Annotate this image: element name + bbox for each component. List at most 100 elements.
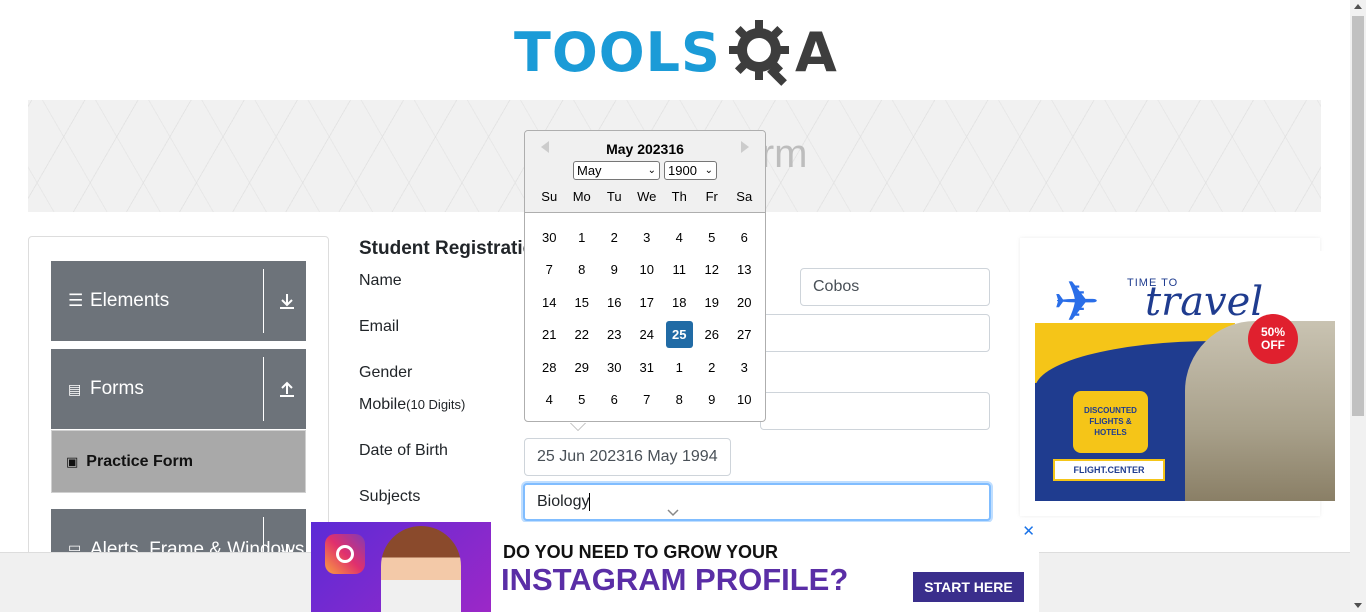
scrollbar-thumb[interactable] <box>1352 16 1364 416</box>
toolsqa-logo[interactable]: TOOLS A <box>514 16 838 90</box>
start-here-button[interactable]: START HERE <box>913 572 1024 602</box>
datepicker-day[interactable]: 5 <box>696 224 729 251</box>
weekday-label: Sa <box>736 189 753 204</box>
subjects-input[interactable]: Biology <box>523 483 991 521</box>
datepicker-day[interactable]: 27 <box>728 321 761 348</box>
sidebar-group-label: Elements <box>90 290 170 311</box>
month-select[interactable]: May ⌄ <box>573 161 660 180</box>
advertisement-bottom[interactable]: DO YOU NEED TO GROW YOUR INSTAGRAM PROFI… <box>311 522 1039 612</box>
sidebar-item-practice-form[interactable]: ▣ Practice Form <box>51 430 306 493</box>
datepicker-day[interactable]: 19 <box>696 289 729 316</box>
datepicker-day[interactable]: 1 <box>566 224 599 251</box>
datepicker-day[interactable]: 7 <box>631 386 664 413</box>
datepicker-day[interactable]: 9 <box>598 256 631 283</box>
datepicker-day[interactable]: 4 <box>533 386 566 413</box>
weekday-label: Th <box>671 189 687 204</box>
datepicker-day[interactable]: 28 <box>533 354 566 381</box>
mobile-input[interactable] <box>760 392 990 430</box>
datepicker-day[interactable]: 7 <box>533 256 566 283</box>
weekday-label: Su <box>541 189 558 204</box>
scroll-down-icon[interactable] <box>1354 603 1362 608</box>
datepicker-week-row: 28 29 30 31 1 2 3 <box>533 351 761 384</box>
datepicker-day[interactable]: 6 <box>598 386 631 413</box>
datepicker-day[interactable]: 18 <box>663 289 696 316</box>
datepicker-day[interactable]: 26 <box>696 321 729 348</box>
datepicker-week-row: 14 15 16 17 18 19 20 <box>533 286 761 319</box>
sidebar-group-elements[interactable]: ☰ Elements <box>51 261 306 341</box>
travel-ad-image[interactable]: ✈ TIME TO travel 50% OFF DISCOUNTED FLIG… <box>1035 251 1335 501</box>
sidebar-item-label: Practice Form <box>86 452 194 470</box>
weekday-label: We <box>637 189 657 204</box>
year-select-value: 1900 <box>668 163 697 178</box>
datepicker-day[interactable]: 20 <box>728 289 761 316</box>
ad-headline-2: INSTAGRAM PROFILE? <box>501 562 849 597</box>
dob-label: Date of Birth <box>359 442 448 459</box>
form-icon: ▣ <box>66 453 79 469</box>
advertisement-right[interactable]: ✕ ✈ TIME TO travel 50% OFF DISCOUNTED FL… <box>1020 238 1335 516</box>
mobile-label: Mobile(10 Digits) <box>359 396 465 414</box>
datepicker-day[interactable]: 9 <box>696 386 729 413</box>
datepicker-day[interactable]: 2 <box>696 354 729 381</box>
vertical-scrollbar[interactable] <box>1350 0 1366 612</box>
datepicker-day[interactable]: 3 <box>631 224 664 251</box>
datepicker-day[interactable]: 16 <box>598 289 631 316</box>
hamburger-icon: ☰ <box>68 291 84 310</box>
next-month-icon[interactable] <box>741 141 749 153</box>
gear-magnifier-icon <box>728 20 789 86</box>
datepicker-day[interactable]: 4 <box>663 224 696 251</box>
page: TOOLS A Practice Form <box>0 0 1366 612</box>
datepicker-day[interactable]: 14 <box>533 289 566 316</box>
close-icon[interactable]: ✕ <box>1022 522 1035 540</box>
mobile-hint: (10 Digits) <box>406 397 466 412</box>
datepicker-current-month: May 202316 <box>606 141 684 157</box>
datepicker-day[interactable]: 10 <box>728 386 761 413</box>
year-select[interactable]: 1900 ⌄ <box>664 161 717 180</box>
datepicker-day[interactable]: 13 <box>728 256 761 283</box>
datepicker-day[interactable]: 21 <box>533 321 566 348</box>
datepicker-day[interactable]: 25 <box>665 321 693 349</box>
ad-travel-text: travel <box>1145 279 1264 325</box>
datepicker-day[interactable]: 17 <box>631 289 664 316</box>
ad-person-image <box>381 526 461 612</box>
datepicker-day[interactable]: 11 <box>663 256 696 283</box>
datepicker-week-row: 21 22 23 24 25 26 27 <box>533 319 761 352</box>
datepicker-day[interactable]: 1 <box>663 354 696 381</box>
datepicker-day[interactable]: 29 <box>566 354 599 381</box>
mobile-label-text: Mobile <box>359 396 407 413</box>
date-of-birth-input[interactable]: 25 Jun 202316 May 1994 <box>524 438 731 476</box>
email-label: Email <box>359 318 400 335</box>
datepicker-day[interactable]: 6 <box>728 224 761 251</box>
datepicker-week-row: 4 5 6 7 8 9 10 <box>533 384 761 417</box>
sidebar-group-forms[interactable]: ▤ Forms <box>51 349 306 429</box>
datepicker-day[interactable]: 10 <box>631 256 664 283</box>
datepicker-day[interactable]: 2 <box>598 224 631 251</box>
name-label: Name <box>359 272 402 289</box>
datepicker-day[interactable]: 8 <box>566 256 599 283</box>
datepicker-day[interactable]: 22 <box>566 321 599 348</box>
gender-label: Gender <box>359 364 413 381</box>
datepicker-day[interactable]: 31 <box>631 354 664 381</box>
chevron-down-icon[interactable] <box>666 507 680 517</box>
month-select-value: May <box>577 163 602 178</box>
ad-image-panel <box>311 522 491 612</box>
datepicker-day[interactable]: 12 <box>696 256 729 283</box>
datepicker-day[interactable]: 5 <box>566 386 599 413</box>
datepicker-day[interactable]: 23 <box>598 321 631 348</box>
airplane-icon: ✈ <box>1053 270 1100 333</box>
datepicker-popup: May 202316 May ⌄ 1900 ⌄ Su Mo Tu We Th Fr … <box>524 130 766 430</box>
datepicker-day[interactable]: 15 <box>566 289 599 316</box>
logo-qa: A <box>725 16 837 90</box>
datepicker-day[interactable]: 8 <box>663 386 696 413</box>
document-icon: ▤ <box>68 380 82 397</box>
logo-text-a: A <box>794 21 837 84</box>
datepicker-day[interactable]: 24 <box>631 321 664 348</box>
datepicker-day[interactable]: 30 <box>533 224 566 251</box>
datepicker-week-row: 7 8 9 10 11 12 13 <box>533 254 761 287</box>
datepicker-day[interactable]: 3 <box>728 354 761 381</box>
datepicker-selects: May ⌄ 1900 ⌄ <box>573 161 717 180</box>
email-input[interactable] <box>760 314 990 352</box>
last-name-input[interactable]: Cobos <box>800 268 990 306</box>
datepicker-day[interactable]: 30 <box>598 354 631 381</box>
scroll-up-icon[interactable] <box>1354 4 1362 9</box>
text-cursor <box>589 493 591 511</box>
